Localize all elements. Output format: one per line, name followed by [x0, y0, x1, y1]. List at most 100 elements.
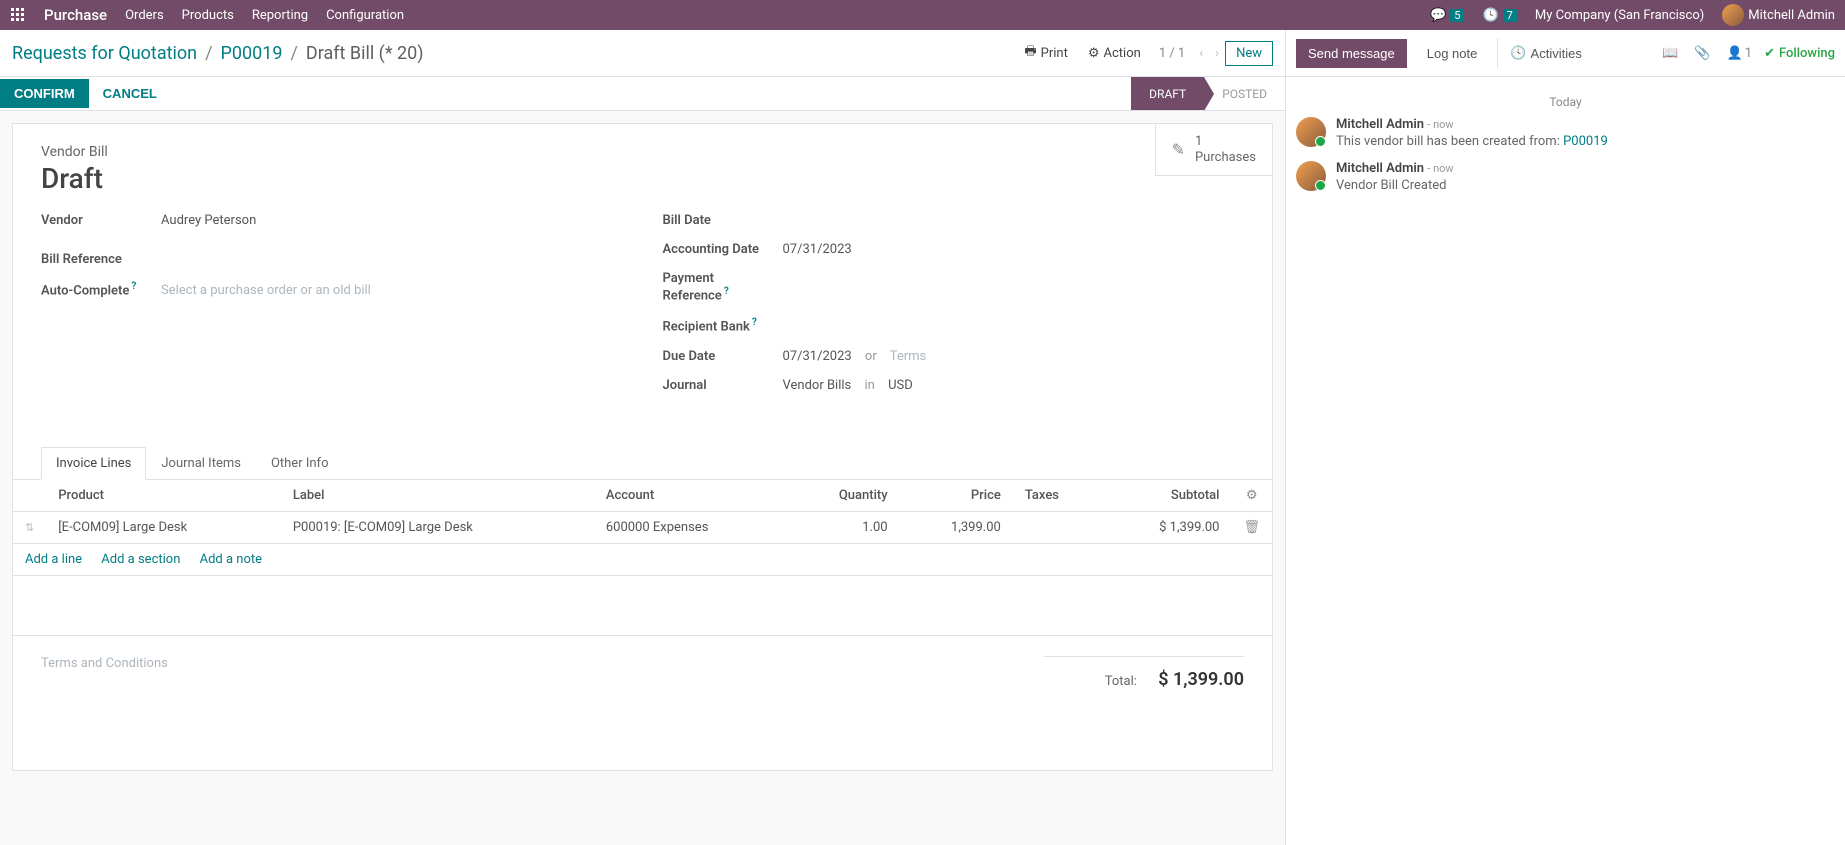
vendor-field[interactable]: Audrey Peterson [161, 213, 623, 228]
acctdate-field[interactable]: 07/31/2023 [783, 242, 1245, 257]
activities-button[interactable]: 🕓 7 [1482, 8, 1516, 23]
print-button[interactable]: 🖶Print [1014, 38, 1077, 68]
tab-other-info[interactable]: Other Info [256, 447, 344, 480]
add-line-link[interactable]: Add a line [25, 552, 82, 567]
help-icon[interactable]: ? [131, 281, 136, 292]
cancel-button[interactable]: CANCEL [89, 79, 171, 108]
pencil-icon: ✎ [1172, 140, 1185, 159]
nav-configuration[interactable]: Configuration [326, 8, 404, 23]
date-separator: Today [1296, 95, 1835, 109]
bank-label: Recipient Bank? [663, 317, 783, 334]
table-row[interactable]: ⇅ [E-COM09] Large Desk P00019: [E-COM09]… [13, 511, 1272, 543]
message-author: Mitchell Admin [1336, 161, 1424, 176]
confirm-button[interactable]: CONFIRM [0, 79, 89, 108]
status-bar: CONFIRM CANCEL DRAFT POSTED [0, 77, 1285, 111]
help-icon[interactable]: ? [752, 317, 757, 328]
check-icon: ✔ [1764, 46, 1775, 61]
send-message-button[interactable]: Send message [1296, 39, 1407, 68]
log-note-button[interactable]: Log note [1415, 39, 1490, 68]
control-bar: Requests for Quotation / P00019 / Draft … [0, 30, 1285, 77]
messages-button[interactable]: 💬 5 [1430, 8, 1464, 23]
add-note-link[interactable]: Add a note [200, 552, 262, 567]
book-icon[interactable]: 📖 [1658, 46, 1682, 61]
stat-count: 1 [1195, 134, 1256, 150]
followers-button[interactable]: 👤1 [1723, 46, 1757, 61]
gear-icon: ⚙ [1088, 46, 1100, 61]
invoice-lines-table: Product Label Account Quantity Price Tax… [13, 480, 1272, 543]
cell-qty[interactable]: 1.00 [788, 511, 900, 543]
status-draft[interactable]: DRAFT [1131, 77, 1204, 110]
chat-icon: 💬 [1430, 8, 1446, 23]
add-section-link[interactable]: Add a section [101, 552, 180, 567]
terms-field[interactable]: Terms [890, 349, 927, 364]
payref-label: Payment Reference? [663, 271, 783, 303]
message: Mitchell Admin - now This vendor bill ha… [1296, 117, 1835, 149]
help-icon[interactable]: ? [724, 286, 729, 297]
billdate-label: Bill Date [663, 213, 783, 228]
activities-button[interactable]: 🕓Activities [1497, 38, 1593, 68]
nav-orders[interactable]: Orders [125, 8, 164, 23]
cell-subtotal: $ 1,399.00 [1102, 511, 1231, 543]
breadcrumb-parent[interactable]: P00019 [221, 43, 283, 64]
print-icon: 🖶 [1024, 42, 1036, 64]
cell-label[interactable]: P00019: [E-COM09] Large Desk [281, 511, 594, 543]
cell-account[interactable]: 600000 Expenses [594, 511, 788, 543]
cell-product[interactable]: [E-COM09] Large Desk [46, 511, 281, 543]
cell-taxes[interactable] [1013, 511, 1102, 543]
avatar-icon [1296, 161, 1326, 191]
breadcrumb-current: Draft Bill (* 20) [306, 43, 424, 64]
app-brand[interactable]: Purchase [44, 6, 107, 24]
breadcrumb-root[interactable]: Requests for Quotation [12, 43, 197, 64]
messages-badge: 5 [1450, 9, 1464, 22]
chatter-panel: Send message Log note 🕓Activities 📖 📎 👤1… [1285, 30, 1845, 845]
pager-prev[interactable]: ‹ [1193, 46, 1209, 61]
attachment-icon[interactable]: 📎 [1690, 46, 1714, 61]
th-label[interactable]: Label [281, 480, 594, 512]
nav-products[interactable]: Products [182, 8, 234, 23]
user-menu[interactable]: Mitchell Admin [1722, 4, 1835, 26]
acctdate-label: Accounting Date [663, 242, 783, 257]
billref-label: Bill Reference [41, 252, 161, 267]
duedate-field[interactable]: 07/31/2023 or Terms [783, 349, 1245, 364]
terms-conditions-field[interactable]: Terms and Conditions [41, 656, 1044, 671]
status-posted[interactable]: POSTED [1204, 77, 1285, 110]
apps-icon[interactable] [10, 7, 26, 23]
form-sheet: ✎ 1 Purchases Vendor Bill Draft Vendor A… [12, 123, 1273, 771]
th-subtotal[interactable]: Subtotal [1102, 480, 1231, 512]
autocomplete-label: Auto-Complete? [41, 281, 161, 298]
message-link[interactable]: P00019 [1563, 134, 1608, 149]
nav-reporting[interactable]: Reporting [252, 8, 308, 23]
pager-next[interactable]: › [1209, 46, 1225, 61]
avatar-icon [1722, 4, 1744, 26]
total-amount: $ 1,399.00 [1158, 669, 1244, 690]
th-price[interactable]: Price [900, 480, 1013, 512]
tab-journal-items[interactable]: Journal Items [146, 447, 256, 480]
th-product[interactable]: Product [46, 480, 281, 512]
columns-settings-icon[interactable]: ⚙ [1246, 488, 1258, 503]
new-button[interactable]: New [1225, 41, 1273, 66]
following-button[interactable]: ✔Following [1764, 46, 1835, 61]
th-account[interactable]: Account [594, 480, 788, 512]
cell-price[interactable]: 1,399.00 [900, 511, 1013, 543]
message-time: - now [1427, 162, 1453, 175]
message: Mitchell Admin - now Vendor Bill Created [1296, 161, 1835, 193]
tab-invoice-lines[interactable]: Invoice Lines [41, 447, 146, 480]
duedate-label: Due Date [663, 349, 783, 364]
autocomplete-field[interactable]: Select a purchase order or an old bill [161, 283, 623, 298]
th-quantity[interactable]: Quantity [788, 480, 900, 512]
purchases-stat-button[interactable]: ✎ 1 Purchases [1155, 124, 1272, 176]
pager[interactable]: 1 / 1 [1151, 46, 1193, 61]
journal-field[interactable]: Vendor Bills in USD [783, 378, 1245, 393]
action-button[interactable]: ⚙Action [1078, 42, 1151, 65]
vendor-label: Vendor [41, 213, 161, 228]
th-taxes[interactable]: Taxes [1013, 480, 1102, 512]
company-switcher[interactable]: My Company (San Francisco) [1535, 8, 1704, 23]
user-name: Mitchell Admin [1748, 8, 1835, 23]
currency-field[interactable]: USD [888, 378, 913, 393]
drag-handle-icon[interactable]: ⇅ [25, 521, 34, 534]
stat-label: Purchases [1195, 150, 1256, 166]
clock-icon: 🕓 [1510, 45, 1526, 61]
total-label: Total: [1105, 674, 1137, 689]
breadcrumb: Requests for Quotation / P00019 / Draft … [12, 43, 424, 64]
delete-row-icon[interactable]: 🗑 [1243, 520, 1260, 535]
